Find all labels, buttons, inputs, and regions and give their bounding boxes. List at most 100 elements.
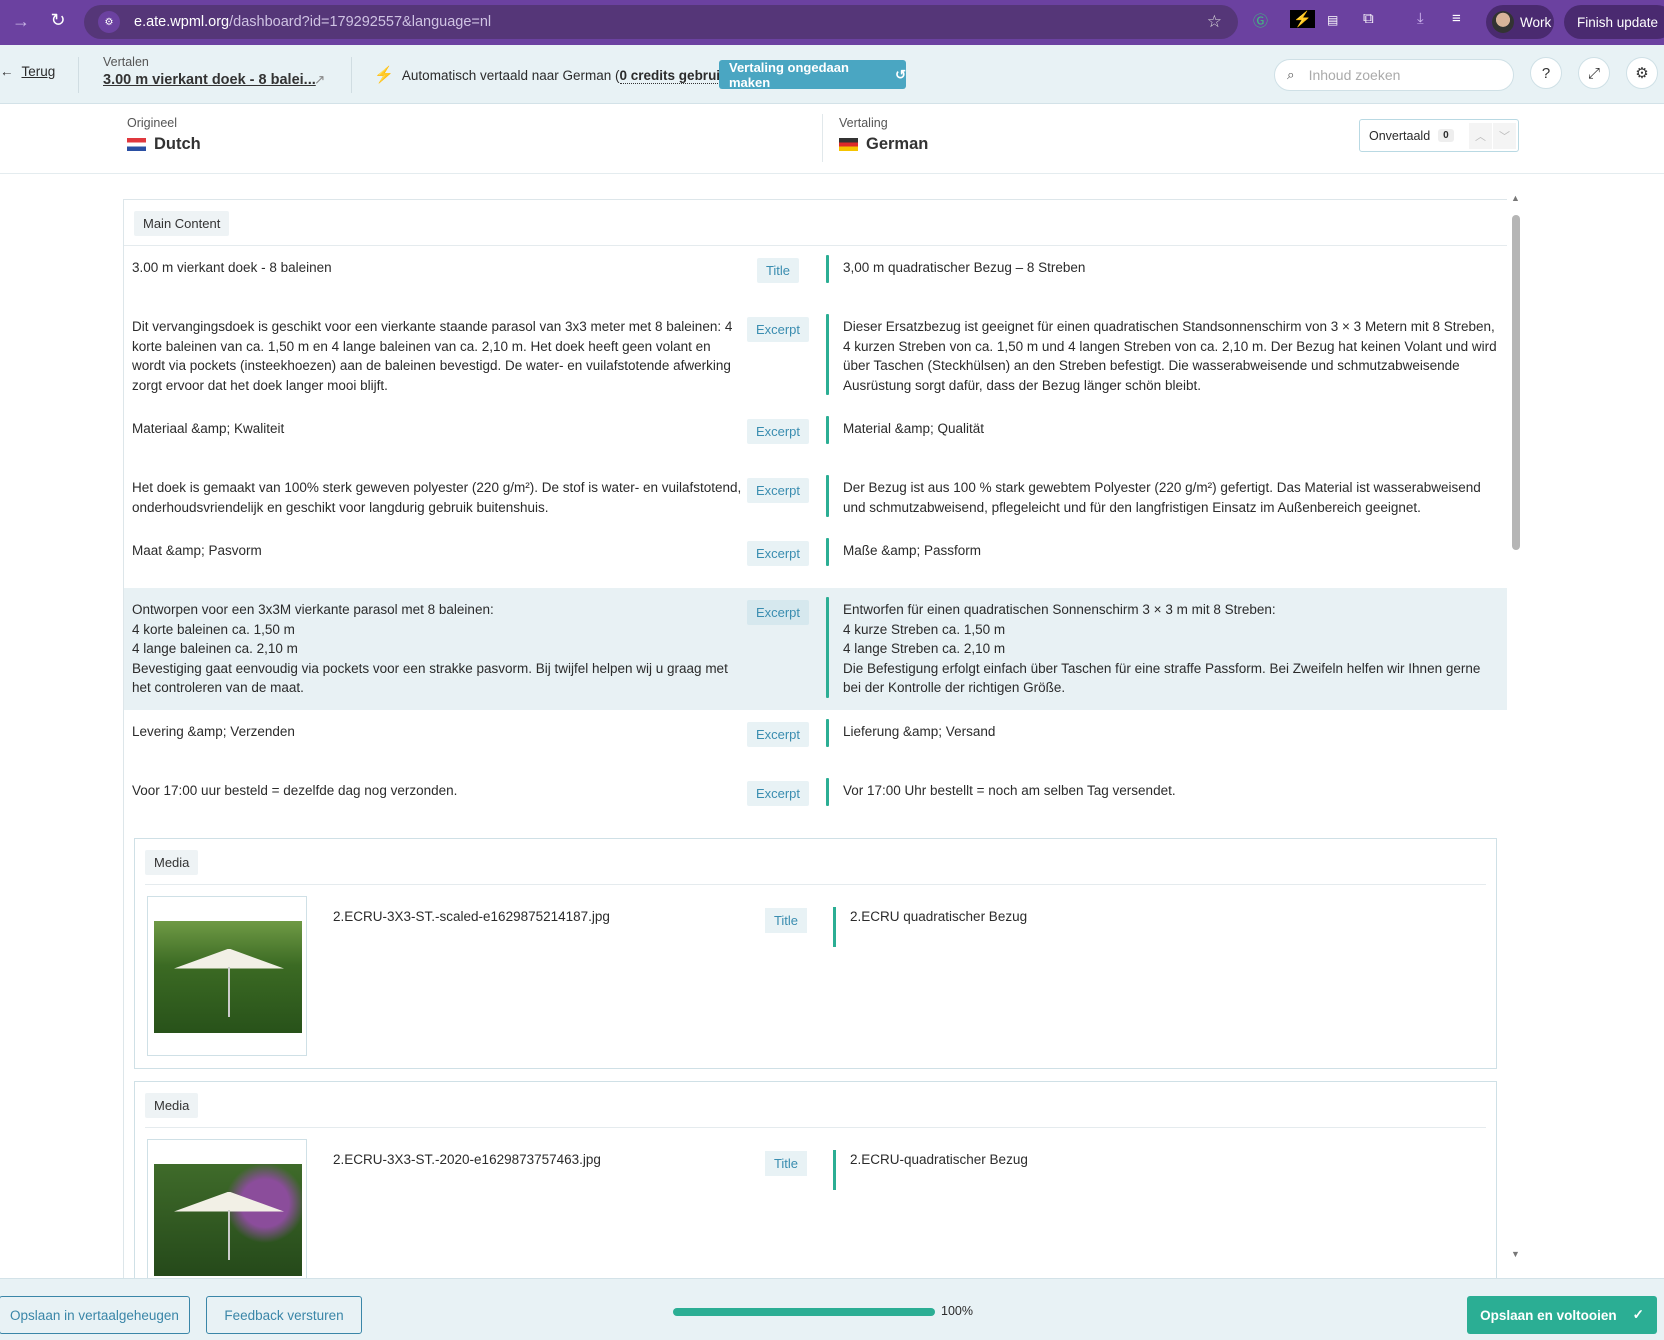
- translation-text[interactable]: Der Bezug ist aus 100 % stark gewebtem P…: [843, 478, 1507, 517]
- source-text: Het doek is gemaakt van 100% sterk gewev…: [132, 480, 742, 515]
- undo-label: Vertaling ongedaan maken: [729, 59, 849, 90]
- segment-divider: [833, 906, 836, 947]
- search-input[interactable]: [1308, 67, 1489, 83]
- media-section: Media 2.ECRU-3X3-ST.-scaled-e16298752141…: [134, 837, 1497, 1069]
- auto-translate-text: Automatisch vertaald naar German (: [401, 67, 620, 83]
- media-translation[interactable]: 2.ECRU quadratischer Bezug: [850, 896, 1027, 1056]
- segment-divider: [826, 314, 829, 395]
- reload-icon[interactable]: ↻: [43, 10, 73, 31]
- source-language-name: Dutch: [154, 135, 201, 153]
- target-language: German: [839, 135, 928, 154]
- download-icon[interactable]: ⤓: [1417, 10, 1424, 27]
- scrollbar[interactable]: ▲ ▼: [1510, 193, 1522, 1278]
- scrollbar-thumb[interactable]: [1512, 215, 1520, 550]
- segment-divider: [826, 255, 829, 283]
- field-type-label: Excerpt: [746, 478, 810, 503]
- untranslated-count: 0: [1438, 129, 1454, 142]
- field-type-label: Excerpt: [746, 721, 810, 747]
- scroll-down-icon[interactable]: ▼: [1511, 1249, 1520, 1259]
- segment-row[interactable]: Levering &amp; Verzenden Excerpt Lieferu…: [124, 710, 1507, 769]
- translation-text[interactable]: Dieser Ersatzbezug ist geeignet für eine…: [843, 317, 1507, 395]
- help-button[interactable]: ?: [1530, 57, 1562, 89]
- url-path: /dashboard?id=179292557&language=nl: [229, 14, 492, 30]
- target-label: Vertaling: [839, 116, 888, 130]
- editor-content: Main Content 3.00 m vierkant doek - 8 ba…: [0, 175, 1664, 1278]
- segment-divider: [826, 777, 829, 806]
- document-title-link[interactable]: 3.00 m vierkant doek - 8 balei...: [103, 72, 316, 88]
- main-content-panel: Main Content 3.00 m vierkant doek - 8 ba…: [123, 199, 1507, 1278]
- bolt-extension-icon[interactable]: ⚡: [1290, 10, 1315, 28]
- media-tag: Media: [145, 849, 199, 875]
- segment-divider: [826, 597, 829, 698]
- source-text: 3.00 m vierkant doek - 8 baleinen: [132, 260, 332, 275]
- translation-text[interactable]: 3,00 m quadratischer Bezug – 8 Streben: [843, 258, 1507, 283]
- media-header: Media: [145, 1082, 1486, 1128]
- profile-button[interactable]: Work: [1486, 5, 1554, 39]
- field-type-label: Excerpt: [746, 600, 810, 625]
- field-type-badge: Excerpt: [744, 478, 812, 517]
- back-link[interactable]: ← Terug: [0, 64, 55, 79]
- field-type-badge: Excerpt: [744, 419, 812, 444]
- segment-row[interactable]: Dit vervangingsdoek is geschikt voor een…: [124, 305, 1507, 407]
- forward-icon[interactable]: →: [6, 11, 36, 32]
- media-row[interactable]: 2.ECRU-3X3-ST.-scaled-e1629875214187.jpg…: [135, 885, 1496, 1068]
- translation-text[interactable]: Entworfen für einen quadratischen Sonnen…: [843, 600, 1507, 698]
- credits-used[interactable]: 0 credits gebruikt: [619, 67, 733, 84]
- media-queue-icon[interactable]: ≡: [1452, 10, 1461, 27]
- auto-translate-status: ⚡ Automatisch vertaald naar German (0 cr…: [374, 65, 737, 85]
- translation-text[interactable]: Material &amp; Qualität: [843, 419, 1507, 444]
- segment-row[interactable]: 3.00 m vierkant doek - 8 baleinen Title …: [124, 246, 1507, 305]
- source-text: Voor 17:00 uur besteld = dezelfde dag no…: [132, 782, 458, 798]
- segment-row[interactable]: Materiaal &amp; Kwaliteit Excerpt Materi…: [124, 407, 1507, 466]
- field-type-badge: Excerpt: [744, 780, 812, 806]
- send-feedback-button[interactable]: Feedback versturen: [206, 1296, 362, 1334]
- section-header: Main Content: [124, 200, 1507, 246]
- chevron-down-icon[interactable]: ﹀: [1493, 123, 1516, 149]
- save-complete-label: Opslaan en voltooien: [1480, 1307, 1617, 1323]
- media-filename: 2.ECRU-3X3-ST.-2020-e1629873757463.jpg: [333, 1151, 601, 1167]
- settings-button[interactable]: ⚙: [1626, 57, 1658, 89]
- undo-translation-button[interactable]: Vertaling ongedaan maken ↺: [719, 59, 906, 90]
- field-type-badge: Excerpt: [744, 317, 812, 395]
- translation-text[interactable]: Vor 17:00 Uhr bestellt = noch am selben …: [843, 781, 1507, 806]
- field-type-label: Title: [764, 907, 808, 933]
- grammarly-extension-icon[interactable]: Ⓖ: [1253, 10, 1268, 31]
- url-host: e.ate.wpml.org: [134, 14, 230, 30]
- extensions-puzzle-icon[interactable]: ⧉: [1363, 10, 1374, 27]
- fullscreen-button[interactable]: ⤢: [1578, 57, 1610, 89]
- segment-divider: [826, 416, 829, 444]
- check-icon: ✓: [1632, 1307, 1644, 1322]
- media-row[interactable]: 2.ECRU-3X3-ST.-2020-e1629873757463.jpg T…: [135, 1128, 1496, 1279]
- site-info-icon[interactable]: ⚙: [98, 11, 120, 33]
- address-bar[interactable]: ⚙ e.ate.wpml.org/dashboard?id=179292557&…: [84, 5, 1238, 39]
- extension-icon[interactable]: ▤: [1327, 13, 1338, 27]
- section-tag: Main Content: [134, 211, 230, 236]
- source-text: Dit vervangingsdoek is geschikt voor een…: [132, 319, 733, 393]
- external-link-icon[interactable]: ↗: [314, 72, 325, 88]
- save-and-complete-button[interactable]: Opslaan en voltooien ✓: [1467, 1296, 1657, 1334]
- editor-header: ← Terug Vertalen 3.00 m vierkant doek - 8…: [0, 45, 1664, 104]
- segment-divider: [826, 475, 829, 517]
- content-search[interactable]: ⌕: [1274, 59, 1514, 91]
- dutch-flag-icon: [127, 138, 146, 151]
- divider: [822, 114, 823, 162]
- field-type-badge: Title: [753, 896, 819, 1056]
- chevron-up-icon[interactable]: ︿: [1469, 123, 1492, 149]
- translation-text[interactable]: Maße &amp; Passform: [843, 541, 1507, 566]
- media-translation[interactable]: 2.ECRU-quadratischer Bezug: [850, 1139, 1028, 1279]
- finish-update-label: Finish update: [1577, 14, 1659, 30]
- editor-footer: Opslaan in vertaalgeheugen Feedback vers…: [0, 1278, 1664, 1340]
- segment-row[interactable]: Het doek is gemaakt van 100% sterk gewev…: [124, 466, 1507, 529]
- segment-row[interactable]: Voor 17:00 uur besteld = dezelfde dag no…: [124, 769, 1507, 828]
- finish-update-button[interactable]: Finish update: [1564, 5, 1664, 39]
- segment-row[interactable]: Ontworpen voor een 3x3M vierkante paraso…: [124, 588, 1507, 710]
- scroll-up-icon[interactable]: ▲: [1511, 193, 1520, 203]
- source-text: Levering &amp; Verzenden: [132, 723, 295, 739]
- field-type-label: Excerpt: [746, 541, 810, 566]
- language-bar: Origineel Dutch Vertaling German Onverta…: [0, 104, 1664, 174]
- help-icon: ?: [1541, 64, 1551, 82]
- translation-text[interactable]: Lieferung &amp; Versand: [843, 722, 1507, 747]
- save-to-memory-button[interactable]: Opslaan in vertaalgeheugen: [0, 1296, 190, 1334]
- bookmark-star-icon[interactable]: ☆: [1207, 12, 1222, 32]
- segment-row[interactable]: Maat &amp; Pasvorm Excerpt Maße &amp; Pa…: [124, 529, 1507, 588]
